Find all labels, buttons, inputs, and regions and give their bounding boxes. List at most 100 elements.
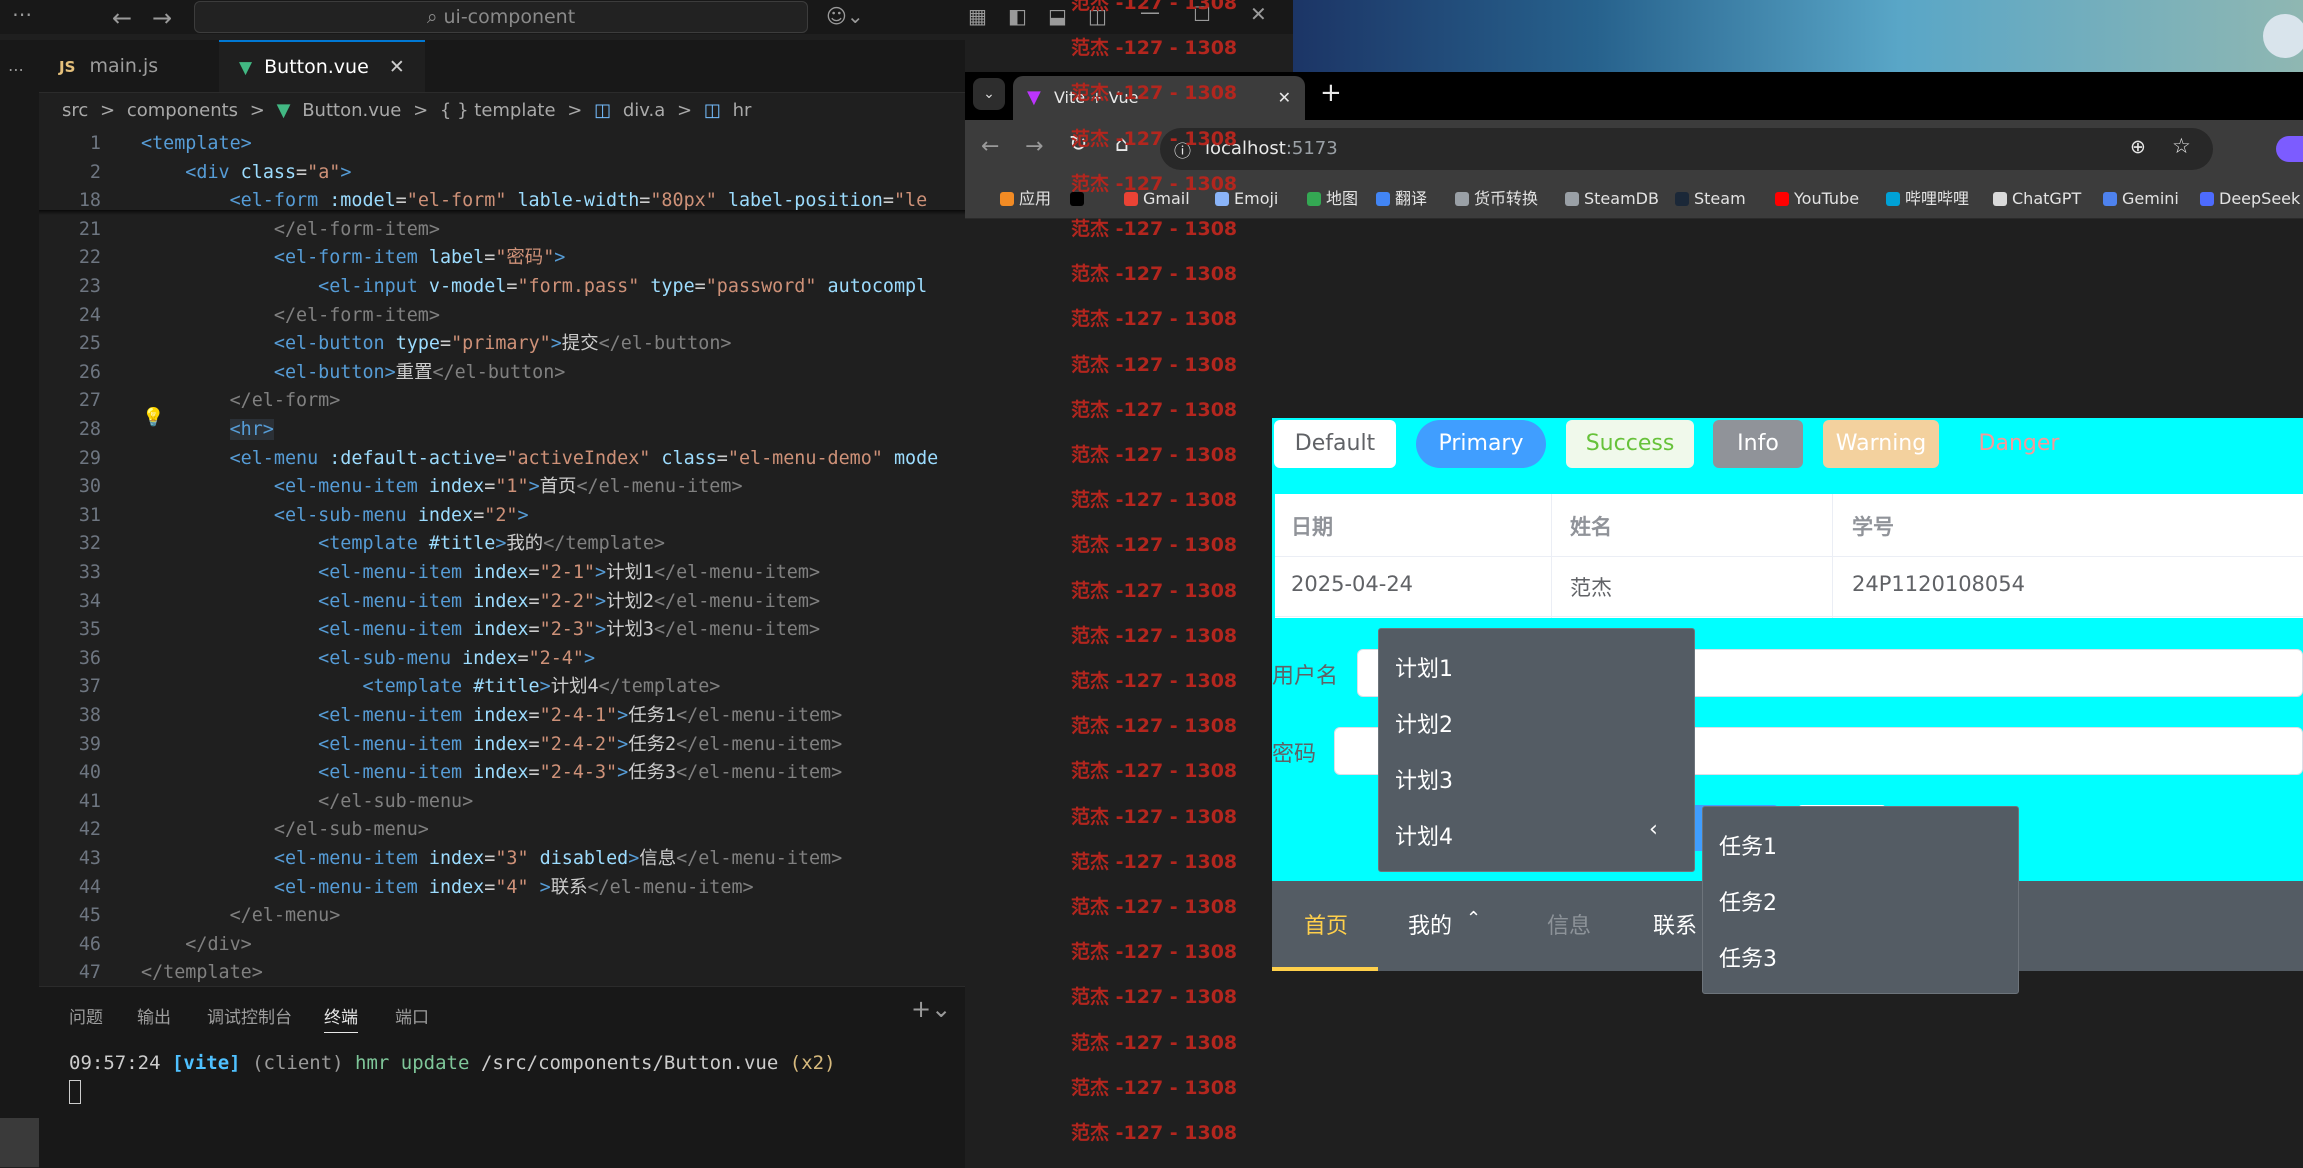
menu-item-plan1[interactable]: 计划1 xyxy=(1395,651,1453,683)
bookmark-item[interactable]: 地图 xyxy=(1307,184,1358,214)
code-line[interactable]: 47 </template> xyxy=(39,959,965,986)
code-line[interactable]: 42 </el-sub-menu> xyxy=(39,816,965,844)
watermark-text: 范杰 -127 - 1308 xyxy=(1071,805,1238,828)
new-tab-icon[interactable]: + xyxy=(1320,78,1342,108)
tab-search-icon[interactable]: ⌄ xyxy=(973,78,1005,110)
menu-item-plan2[interactable]: 计划2 xyxy=(1395,707,1453,739)
menu-item-task3[interactable]: 任务3 xyxy=(1719,941,1777,973)
code-text: </template> xyxy=(141,962,263,984)
menu-item-plan3[interactable]: 计划3 xyxy=(1395,763,1453,795)
more-icon[interactable]: ⋯ xyxy=(12,2,32,26)
forward-icon[interactable]: → xyxy=(1025,134,1043,159)
lightbulb-icon[interactable]: 💡 xyxy=(142,407,164,428)
code-line[interactable]: 37 <template #title>计划4</template> xyxy=(39,673,965,701)
menu-item-mine[interactable]: 我的 xyxy=(1408,908,1452,940)
bookmark-star-icon[interactable]: ☆ xyxy=(2172,134,2191,158)
desktop-app-icon[interactable] xyxy=(2263,14,2303,58)
submenu-popup-plans: 计划1 计划2 计划3 计划4 ‹ xyxy=(1378,628,1695,872)
breadcrumb-item[interactable]: src xyxy=(62,100,88,121)
menu-item-task1[interactable]: 任务1 xyxy=(1719,829,1777,861)
toggle-panel-icon[interactable]: ⬓ xyxy=(1048,4,1067,28)
bookmark-item[interactable]: SteamDB xyxy=(1565,184,1659,214)
panel-tab-output[interactable]: 输出 xyxy=(137,1003,171,1028)
panel-tab-debug-console[interactable]: 调试控制台 xyxy=(207,1003,292,1028)
code-line[interactable]: 41 </el-sub-menu> xyxy=(39,788,965,816)
code-line[interactable]: 28 <hr> xyxy=(39,416,965,444)
code-line[interactable]: 26 <el-button>重置</el-button> xyxy=(39,359,965,387)
code-line[interactable]: 25 <el-button type="primary">提交</el-butt… xyxy=(39,330,965,358)
code-line[interactable]: 22 <el-form-item label="密码"> xyxy=(39,244,965,272)
breadcrumb-item[interactable]: hr xyxy=(733,100,752,121)
close-window-icon[interactable]: ✕ xyxy=(1250,2,1267,26)
zoom-icon[interactable]: ⊕ xyxy=(2130,136,2146,158)
button-danger[interactable]: Danger xyxy=(1969,420,2069,468)
code-line[interactable]: 38 <el-menu-item index="2-4-1">任务1</el-m… xyxy=(39,702,965,730)
code-line[interactable]: 32 <template #title>我的</template> xyxy=(39,530,965,558)
menu-item-task2[interactable]: 任务2 xyxy=(1719,885,1777,917)
bookmark-item[interactable]: YouTube xyxy=(1775,184,1859,214)
layout-icon[interactable]: ▦ xyxy=(968,4,987,28)
menu-item-plan4[interactable]: 计划4 xyxy=(1395,819,1453,851)
code-line[interactable]: 39 <el-menu-item index="2-4-2">任务2</el-m… xyxy=(39,731,965,759)
button-default[interactable]: Default xyxy=(1274,420,1396,468)
copilot-icon[interactable]: ☺⌄ xyxy=(826,4,864,28)
panel-tab-ports[interactable]: 端口 xyxy=(395,1003,429,1028)
breadcrumb-item[interactable]: { } template xyxy=(440,100,556,121)
code-line[interactable]: 43 <el-menu-item index="3" disabled>信息</… xyxy=(39,845,965,873)
button-success[interactable]: Success xyxy=(1566,420,1694,468)
breadcrumb-item[interactable]: components xyxy=(127,100,238,121)
bookmark-item[interactable]: ChatGPT xyxy=(1993,184,2081,214)
menu-item-home[interactable]: 首页 xyxy=(1304,908,1348,940)
bookmark-item[interactable]: Steam xyxy=(1675,184,1746,214)
code-line[interactable]: 2 <div class="a"> xyxy=(39,159,965,187)
close-tab-icon[interactable]: ✕ xyxy=(389,56,405,78)
tab-main-js[interactable]: JS main.js xyxy=(39,40,237,92)
code-line[interactable]: 29 <el-menu :default-active="activeIndex… xyxy=(39,445,965,473)
extension-icon[interactable] xyxy=(2276,136,2303,162)
new-terminal-icon[interactable]: +⌄ xyxy=(911,995,951,1023)
close-tab-icon[interactable]: ✕ xyxy=(1278,76,1291,120)
button-info[interactable]: Info xyxy=(1713,420,1803,468)
bookmark-item[interactable]: DeepSeek xyxy=(2200,184,2300,214)
code-line[interactable]: 27 </el-form> xyxy=(39,387,965,415)
breadcrumb-item[interactable]: Button.vue xyxy=(302,100,401,121)
terminal-time: 09:57:24 xyxy=(69,1052,161,1074)
bookmark-item[interactable]: 哔哩哔哩 xyxy=(1886,184,1969,214)
bookmark-item[interactable]: 货币转换 xyxy=(1455,184,1538,214)
code-line[interactable]: 34 <el-menu-item index="2-2">计划2</el-men… xyxy=(39,588,965,616)
bookmark-item[interactable]: 应用 xyxy=(1000,184,1051,214)
code-line[interactable]: 30 <el-menu-item index="1">首页</el-menu-i… xyxy=(39,473,965,501)
tab-button-vue[interactable]: ▼ Button.vue ✕ xyxy=(219,40,425,92)
code-line[interactable]: 21 </el-form-item> xyxy=(39,216,965,244)
menu-item-contact[interactable]: 联系 xyxy=(1653,908,1697,940)
code-line[interactable]: 45 </el-menu> xyxy=(39,902,965,930)
code-line[interactable]: 24 </el-form-item> xyxy=(39,302,965,330)
bookmark-item[interactable]: 翻译 xyxy=(1376,184,1427,214)
code-line[interactable]: 31 <el-sub-menu index="2"> xyxy=(39,502,965,530)
panel-tab-terminal[interactable]: 终端 xyxy=(324,1003,358,1033)
command-center-search[interactable]: ⌕ ui-component xyxy=(194,1,808,33)
bookmark-label: ChatGPT xyxy=(2012,189,2082,208)
code-line[interactable]: 44 <el-menu-item index="4" >联系</el-menu-… xyxy=(39,874,965,902)
bookmark-item[interactable]: Gmail xyxy=(1124,184,1190,214)
toggle-sidebar-icon[interactable]: ◧ xyxy=(1008,4,1027,28)
code-line[interactable]: 36 <el-sub-menu index="2-4"> xyxy=(39,645,965,673)
panel-tab-problems[interactable]: 问题 xyxy=(69,1003,103,1028)
code-line[interactable]: 23 <el-input v-model="form.pass" type="p… xyxy=(39,273,965,301)
bookmark-item[interactable]: Emoji xyxy=(1215,184,1278,214)
code-line[interactable]: 40 <el-menu-item index="2-4-3">任务3</el-m… xyxy=(39,759,965,787)
code-line[interactable]: 33 <el-menu-item index="2-1">计划1</el-men… xyxy=(39,559,965,587)
code-editor[interactable]: 1 <template> 2 <div class="a"> 18 <el-form … xyxy=(39,126,965,986)
more-icon[interactable]: ⋯ xyxy=(8,60,24,79)
code-line[interactable]: 46 </div> xyxy=(39,931,965,959)
code-line[interactable]: 1 <template> xyxy=(39,130,965,158)
bookmark-item[interactable]: Gemini xyxy=(2103,184,2179,214)
code-line[interactable]: 35 <el-menu-item index="2-3">计划3</el-men… xyxy=(39,616,965,644)
forward-icon[interactable]: → xyxy=(152,4,172,32)
back-icon[interactable]: ← xyxy=(112,4,132,32)
button-warning[interactable]: Warning xyxy=(1823,420,1939,468)
bookmark-item[interactable] xyxy=(1070,184,1089,214)
back-icon[interactable]: ← xyxy=(981,134,999,159)
button-primary[interactable]: Primary xyxy=(1416,420,1546,468)
breadcrumb-item[interactable]: div.a xyxy=(623,100,665,121)
